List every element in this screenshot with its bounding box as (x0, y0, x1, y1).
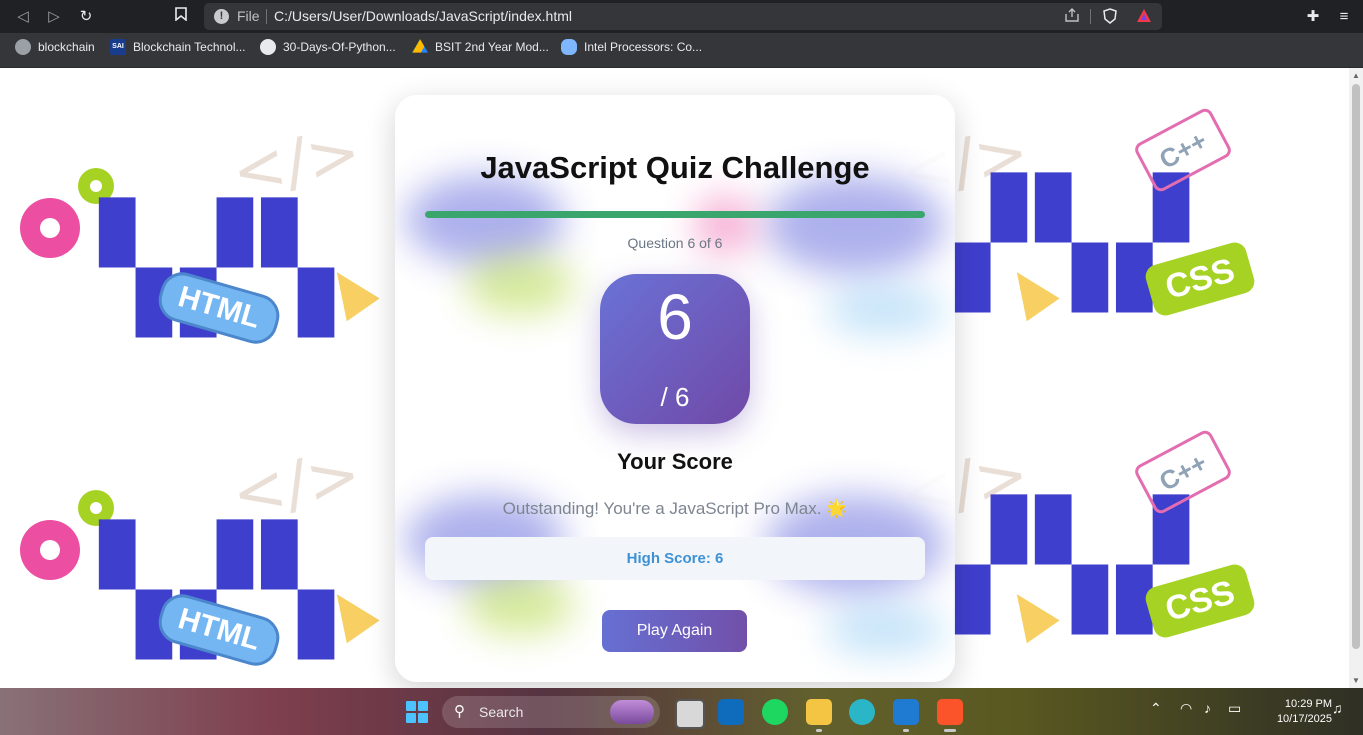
omnibox-divider (1090, 9, 1091, 24)
task-view-icon[interactable] (675, 699, 705, 729)
edge-icon[interactable] (849, 699, 875, 725)
spotify-icon[interactable] (762, 699, 788, 725)
url-divider (266, 9, 267, 24)
running-indicator (816, 729, 822, 732)
wifi-icon[interactable]: ◠ (1180, 700, 1192, 717)
bookmark-icon[interactable] (170, 6, 192, 28)
search-highlight-icon (610, 700, 654, 724)
bookmark-label: Intel Processors: Co... (584, 40, 703, 54)
bookmark-label: blockchain (38, 40, 95, 54)
info-icon[interactable]: ! (214, 9, 229, 24)
reload-icon[interactable]: ↻ (75, 6, 97, 28)
windows-logo-icon (418, 713, 428, 723)
quiz-result-card: JavaScript Quiz Challenge Question 6 of … (395, 95, 955, 682)
bookmark-item-blockchain[interactable]: blockchain (15, 33, 95, 61)
question-counter: Question 6 of 6 (627, 235, 723, 251)
clock-time: 10:29 PM (1284, 698, 1332, 710)
globe-icon (15, 39, 31, 55)
code-tag-decoration: </> (226, 437, 367, 533)
search-icon: ⚲ (454, 703, 465, 720)
scrollbar-thumb[interactable] (1352, 84, 1360, 649)
brave-rewards-icon[interactable] (1136, 8, 1152, 27)
progress-bar-fill (425, 211, 925, 218)
score-value: 6 (657, 281, 693, 353)
google-drive-icon (412, 39, 428, 53)
back-icon[interactable]: ◁ (12, 6, 34, 28)
file-explorer-icon[interactable] (806, 699, 832, 725)
quiz-title: JavaScript Quiz Challenge (480, 150, 870, 185)
bookmarks-bar: blockchain SAI Blockchain Technol... 30-… (0, 33, 1363, 68)
play-again-button[interactable]: Play Again (602, 610, 747, 652)
chevron-up-icon[interactable]: ⌃ (1150, 700, 1162, 717)
bookmark-item-bsit-modules[interactable]: BSIT 2nd Year Mod... (412, 33, 549, 61)
blurred-background-decoration (825, 605, 945, 655)
scroll-down-arrow-icon[interactable]: ▼ (1352, 676, 1360, 685)
share-icon[interactable] (1064, 8, 1080, 25)
page-viewport: </> </> ▚▞▚ ▞▚▞ HTML CSS C++ </> </> ▚▞▚… (0, 68, 1349, 688)
blurred-background-decoration (465, 575, 575, 635)
address-bar[interactable]: ! File C:/Users/User/Downloads/JavaScrip… (204, 3, 1162, 30)
search-label: Search (479, 704, 524, 720)
vscode-icon[interactable] (893, 699, 919, 725)
windows-logo-icon (406, 713, 416, 723)
forward-icon[interactable]: ▷ (43, 6, 65, 28)
windows-logo-icon (418, 701, 428, 711)
blurred-background-decoration (405, 175, 565, 265)
clock-date: 10/17/2025 (1276, 713, 1332, 725)
outlook-icon[interactable] (718, 699, 744, 725)
page-scrollbar[interactable]: ▲ ▼ (1349, 68, 1363, 688)
high-score-panel: High Score: 6 (425, 537, 925, 580)
score-total: / 6 (660, 382, 690, 412)
url-text[interactable]: C:/Users/User/Downloads/JavaScript/index… (274, 8, 572, 24)
github-icon (260, 39, 276, 55)
brave-browser-icon[interactable] (937, 699, 963, 725)
battery-icon[interactable]: ▭ (1228, 700, 1241, 717)
bookmark-label: Blockchain Technol... (133, 40, 246, 54)
windows-logo-icon (406, 701, 416, 711)
bookmark-label: 30-Days-Of-Python... (283, 40, 396, 54)
blurred-background-decoration (765, 175, 945, 275)
running-indicator (944, 729, 956, 732)
url-scheme-label: File (237, 8, 260, 24)
bookmark-item-blockchain-technology[interactable]: SAI Blockchain Technol... (110, 33, 246, 61)
score-message: Outstanding! You're a JavaScript Pro Max… (502, 499, 848, 518)
browser-toolbar: ◁ ▷ ↻ ! File C:/Users/User/Downloads/Jav… (0, 0, 1363, 33)
gear-icon (20, 520, 80, 580)
bookmark-label: BSIT 2nd Year Mod... (435, 40, 549, 54)
running-indicator (903, 729, 909, 732)
volume-icon[interactable]: ♪ (1204, 700, 1211, 716)
gear-icon (20, 198, 80, 258)
menu-icon[interactable]: ≡ (1333, 6, 1355, 28)
code-tag-decoration: </> (226, 115, 367, 211)
score-display: 6 / 6 (600, 274, 750, 424)
score-heading: Your Score (617, 449, 733, 474)
blurred-background-decoration (825, 285, 945, 335)
windows-taskbar: ⚲ Search ⌃ ◠ ♪ ▭ 10:29 PM 10/17/2025 ♫ (0, 688, 1363, 735)
brave-shields-icon[interactable] (1102, 8, 1118, 27)
system-clock[interactable]: 10:29 PM 10/17/2025 (1252, 697, 1332, 727)
cloud-icon (561, 39, 577, 55)
bookmark-item-30-days-of-python[interactable]: 30-Days-Of-Python... (260, 33, 396, 61)
start-button[interactable] (406, 701, 428, 723)
extensions-icon[interactable]: ✚ (1302, 6, 1324, 28)
taskbar-search[interactable]: ⚲ Search (442, 696, 660, 728)
bookmark-item-intel-processors[interactable]: Intel Processors: Co... (561, 33, 702, 61)
notification-bell-icon[interactable]: ♫ (1332, 700, 1343, 716)
progress-bar (425, 211, 925, 218)
sai-icon: SAI (110, 39, 126, 55)
scroll-up-arrow-icon[interactable]: ▲ (1352, 71, 1360, 80)
blurred-background-decoration (465, 255, 575, 315)
